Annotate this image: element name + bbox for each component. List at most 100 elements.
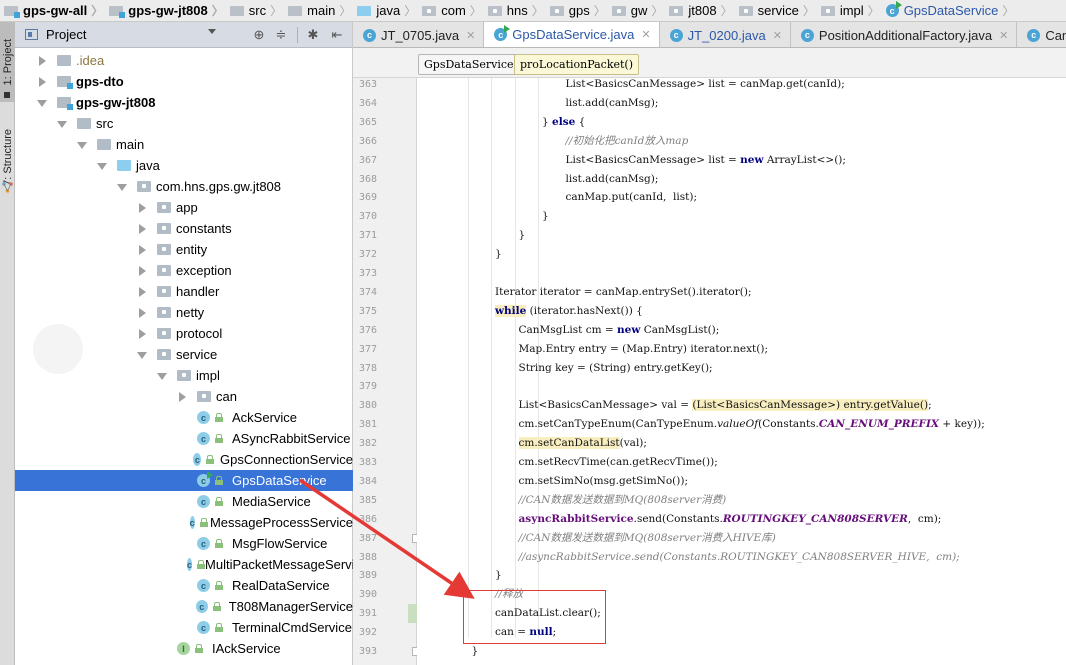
editor-tab[interactable]: c JT_0705.java ✕ — [353, 22, 485, 47]
tree-item[interactable]: netty — [15, 302, 353, 323]
tree-item[interactable]: exception — [15, 260, 353, 281]
collapsed-arrow-icon[interactable] — [37, 55, 47, 66]
collapsed-arrow-icon[interactable] — [137, 286, 147, 297]
tree-item[interactable]: c MsgFlowService — [15, 533, 353, 554]
interface-icon: I — [177, 642, 190, 655]
close-icon[interactable]: ✕ — [773, 29, 782, 42]
project-tool-tab[interactable]: 1: Project — [0, 22, 15, 102]
tree-item[interactable]: entity — [15, 239, 353, 260]
tree-item[interactable]: java — [15, 155, 353, 176]
editor-tab[interactable]: c CanDataI — [1017, 22, 1066, 47]
module-folder-icon — [57, 76, 73, 89]
line-number: 390 — [359, 589, 378, 601]
hide-panel-icon[interactable]: ⇤ — [329, 27, 345, 43]
locate-icon[interactable]: ⊕ — [251, 27, 267, 43]
expanded-arrow-icon[interactable] — [137, 350, 147, 360]
breadcrumb-item[interactable]: gw 〉 — [610, 0, 668, 21]
close-icon[interactable]: ✕ — [466, 29, 475, 42]
breadcrumb-item[interactable]: java 〉 — [355, 0, 420, 21]
code-line: //CAN数据发送数据到MQ(808server消费) — [519, 491, 727, 510]
breadcrumb-method[interactable]: proLocationPacket() — [514, 54, 640, 75]
tree-item[interactable]: c MultiPacketMessageService — [15, 554, 353, 575]
breadcrumb-item[interactable]: gps 〉 — [548, 0, 610, 21]
breadcrumb-item[interactable]: jt808 〉 — [667, 0, 736, 21]
collapsed-arrow-icon[interactable] — [137, 223, 147, 234]
code-line: asyncRabbitService.send(Constants.ROUTIN… — [519, 510, 942, 529]
expanded-arrow-icon[interactable] — [97, 161, 107, 171]
expanded-arrow-icon[interactable] — [157, 371, 167, 381]
code-editor[interactable]: List<BasicsCanMessage> list = canMap.get… — [417, 78, 1066, 665]
tree-item[interactable]: constants — [15, 218, 353, 239]
breadcrumb-item[interactable]: c GpsDataService 〉 — [884, 0, 1019, 21]
collapsed-arrow-icon[interactable] — [137, 202, 147, 213]
tree-item[interactable]: c ASyncRabbitService — [15, 428, 353, 449]
breadcrumb-item[interactable]: gps-gw-all 〉 — [2, 0, 107, 21]
package-icon — [157, 244, 171, 255]
tree-item[interactable]: c RealDataService — [15, 575, 353, 596]
editor-tab[interactable]: c JT_0200.java ✕ — [660, 22, 791, 47]
line-number: 379 — [359, 381, 378, 393]
tree-item[interactable]: com.hns.gps.gw.jt808 — [15, 176, 353, 197]
code-token: List<BasicsCanMessage> list = — [565, 153, 741, 166]
close-icon[interactable]: ✕ — [641, 28, 650, 41]
tree-item[interactable]: .idea — [15, 50, 353, 71]
breadcrumb-item[interactable]: main 〉 — [286, 0, 355, 21]
tree-item[interactable]: gps-dto — [15, 71, 353, 92]
collapsed-arrow-icon[interactable] — [177, 391, 187, 402]
collapse-all-icon[interactable]: ≑ — [273, 27, 289, 43]
vcs-change-marker[interactable] — [408, 604, 417, 624]
breadcrumb-class[interactable]: GpsDataService — [418, 54, 520, 75]
expanded-arrow-icon[interactable] — [57, 119, 67, 129]
collapsed-arrow-icon[interactable] — [137, 328, 147, 339]
tree-item[interactable]: gps-gw-jt808 — [15, 92, 353, 113]
collapsed-arrow-icon[interactable] — [137, 265, 147, 276]
line-number: 376 — [359, 324, 378, 336]
code-line: } — [495, 566, 502, 585]
collapsed-arrow-icon[interactable] — [137, 307, 147, 318]
expanded-arrow-icon[interactable] — [117, 182, 127, 192]
tree-item[interactable]: impl — [15, 365, 353, 386]
tree-item[interactable]: c T808ManagerService — [15, 596, 353, 617]
line-number: 374 — [359, 286, 378, 298]
code-token: cm.setRecvTime(can.getRecvTime()); — [518, 456, 718, 468]
tree-item[interactable]: service — [15, 344, 353, 365]
tree-item-label: com.hns.gps.gw.jt808 — [156, 179, 282, 194]
code-token: //CAN数据发送数据到MQ(808server消费入HIVE库) — [518, 531, 776, 544]
folder-icon — [57, 55, 71, 66]
tree-item[interactable]: main — [15, 134, 353, 155]
class-icon: c — [189, 516, 195, 529]
collapsed-arrow-icon[interactable] — [37, 76, 47, 87]
folder-icon — [97, 139, 111, 150]
tree-item[interactable]: c TerminalCmdService — [15, 617, 353, 638]
collapsed-arrow-icon[interactable] — [137, 244, 147, 255]
code-line: List<BasicsCanMessage> val = (List<Basic… — [519, 396, 932, 415]
editor-tab[interactable]: c GpsDataService.java ✕ — [484, 22, 660, 47]
breadcrumb-item[interactable]: src 〉 — [228, 0, 286, 21]
tree-item-label: MsgFlowService — [232, 536, 328, 551]
breadcrumb-item[interactable]: service 〉 — [737, 0, 819, 21]
breadcrumb-label: gw — [630, 3, 648, 18]
tree-item[interactable]: handler — [15, 281, 353, 302]
expanded-arrow-icon[interactable] — [37, 98, 47, 108]
tree-item[interactable]: c GpsDataService — [15, 470, 353, 491]
tree-item[interactable]: c AckService — [15, 407, 353, 428]
tree-item[interactable]: c GpsConnectionService — [15, 449, 353, 470]
breadcrumb-item[interactable]: gps-gw-jt808 〉 — [107, 0, 227, 21]
tree-item[interactable]: protocol — [15, 323, 353, 344]
breadcrumb-item[interactable]: hns 〉 — [486, 0, 548, 21]
chevron-down-icon[interactable] — [208, 29, 216, 34]
tree-item[interactable]: c MediaService — [15, 491, 353, 512]
tree-item[interactable]: src — [15, 113, 353, 134]
tree-item[interactable]: app — [15, 197, 353, 218]
breadcrumb-item[interactable]: impl 〉 — [819, 0, 884, 21]
tree-item[interactable]: can — [15, 386, 353, 407]
expanded-arrow-icon[interactable] — [77, 140, 87, 150]
close-icon[interactable]: ✕ — [999, 29, 1008, 42]
tree-item[interactable]: c MessageProcessService — [15, 512, 353, 533]
project-view-selector[interactable]: Project — [46, 27, 86, 42]
editor-tab[interactable]: c PositionAdditionalFactory.java ✕ — [791, 22, 1018, 47]
minimize-icon[interactable] — [4, 92, 10, 98]
breadcrumb-item[interactable]: com 〉 — [420, 0, 486, 21]
gear-icon[interactable]: ✱ — [305, 27, 321, 43]
tree-item[interactable]: I IAckService — [15, 638, 353, 659]
